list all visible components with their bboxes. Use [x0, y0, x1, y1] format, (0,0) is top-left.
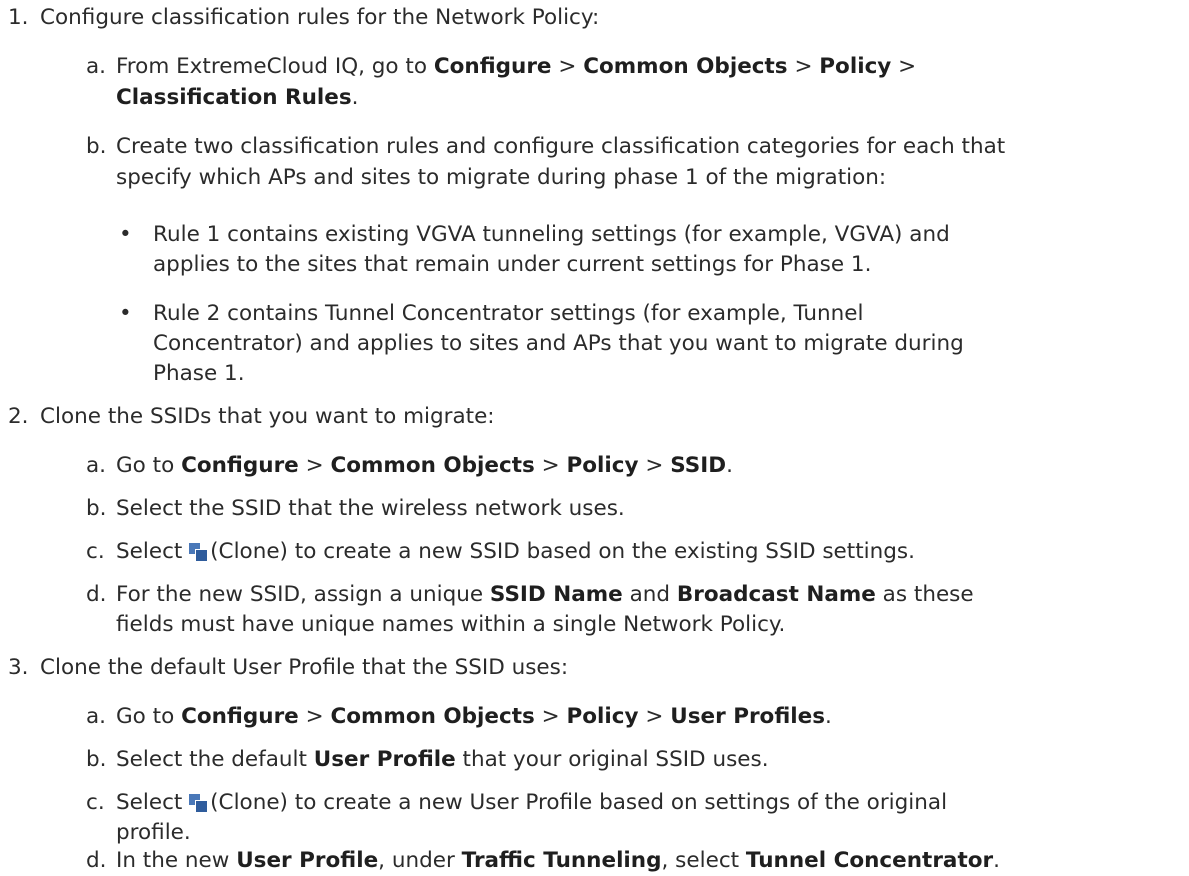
menu-policy: Policy: [566, 704, 639, 729]
menu-common-objects: Common Objects: [583, 54, 788, 79]
substep-text: Select the default User Profile that you…: [116, 747, 769, 772]
substep-text: Select (Clone) to create a new User Prof…: [116, 790, 948, 815]
menu-common-objects: Common Objects: [330, 453, 535, 478]
menu-policy: Policy: [566, 453, 639, 478]
substep-text: Select the SSID that the wireless networ…: [116, 496, 625, 521]
menu-user-profiles: User Profiles: [670, 704, 826, 729]
substep-letter: b.: [86, 496, 107, 521]
step-number: 2.: [8, 404, 29, 429]
substep-text: Create two classification rules and conf…: [116, 134, 1006, 159]
substep-text: Select (Clone) to create a new SSID base…: [116, 539, 915, 564]
menu-configure: Configure: [433, 54, 552, 79]
bullet-icon: •: [119, 301, 132, 326]
substep-letter: d.: [86, 848, 107, 873]
substep-letter: b.: [86, 134, 107, 159]
menu-policy: Policy: [819, 54, 892, 79]
field-broadcast-name: Broadcast Name: [676, 582, 876, 607]
menu-classification-rules: Classification Rules: [116, 85, 352, 110]
clone-icon: [189, 794, 208, 812]
substep-letter: c.: [86, 539, 105, 564]
step-text: Configure classification rules for the N…: [40, 5, 600, 30]
menu-configure: Configure: [181, 704, 299, 729]
bullet-icon: •: [119, 222, 132, 247]
option-tunnel-concentrator: Tunnel Concentrator: [745, 848, 994, 873]
menu-ssid: SSID: [670, 453, 727, 478]
substep-text: Go to Configure > Common Objects > Polic…: [116, 453, 733, 478]
substep-letter: d.: [86, 582, 107, 607]
step-text: Clone the SSIDs that you want to migrate…: [40, 404, 495, 429]
step-number: 3.: [8, 655, 29, 680]
substep-text: Go to Configure > Common Objects > Polic…: [116, 704, 832, 729]
step-text: Clone the default User Profile that the …: [40, 655, 569, 680]
substep-text: For the new SSID, assign a unique SSID N…: [116, 582, 974, 607]
procedure-document: 1. Configure classification rules for th…: [0, 0, 1189, 875]
step-number: 1.: [8, 5, 29, 30]
substep-letter: c.: [86, 790, 105, 815]
field-traffic-tunneling: Traffic Tunneling: [461, 848, 662, 873]
field-ssid-name: SSID Name: [489, 582, 623, 607]
clone-icon: [189, 543, 208, 561]
menu-common-objects: Common Objects: [330, 704, 535, 729]
substep-letter: a.: [86, 453, 107, 478]
menu-configure: Configure: [181, 453, 299, 478]
field-user-profile: User Profile: [236, 848, 379, 873]
field-user-profile: User Profile: [313, 747, 456, 772]
substep-text: From ExtremeCloud IQ, go to Configure > …: [116, 54, 917, 79]
substep-text: In the new User Profile, under Traffic T…: [116, 848, 1000, 873]
substep-letter: b.: [86, 747, 107, 772]
substep-letter: a.: [86, 704, 107, 729]
substep-letter: a.: [86, 54, 107, 79]
